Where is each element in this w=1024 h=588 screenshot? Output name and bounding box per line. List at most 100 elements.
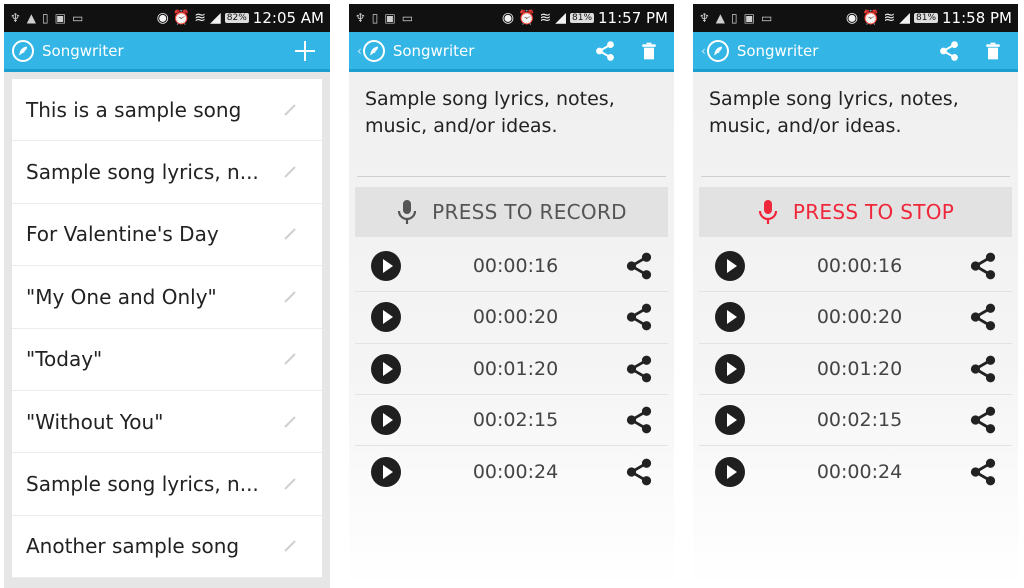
share-icon[interactable] <box>968 251 998 281</box>
edit-pencil-icon[interactable] <box>282 351 298 367</box>
share-icon[interactable] <box>968 354 998 384</box>
feather-logo-icon[interactable] <box>12 39 34 62</box>
lock-icon: ▣ <box>54 11 66 25</box>
keyboard-icon: ▭ <box>760 11 773 25</box>
plus-icon <box>295 40 315 61</box>
usb-icon: ♆ <box>355 11 366 25</box>
song-detail-screen: ♆ ▯ ▣ ▭ ◉ ⏰ ≋ ◢ 81% 11:57 PM ‹ Songwriter Sample… <box>349 4 674 588</box>
play-icon[interactable] <box>715 251 745 282</box>
clock: 11:57 PM <box>598 9 668 27</box>
song-item[interactable]: "Without You" <box>12 391 322 454</box>
add-song-button[interactable] <box>288 34 322 68</box>
recording-item: 00:02:15 <box>355 395 668 447</box>
usb-icon: ♆ <box>699 11 710 25</box>
stop-button-label: PRESS TO STOP <box>792 200 955 224</box>
alarm-icon: ⏰ <box>518 10 536 26</box>
device-icon: ▯ <box>371 11 379 25</box>
signal-icon: ◢ <box>555 10 566 26</box>
alarm-icon: ⏰ <box>172 10 191 26</box>
app-bar: Songwriter <box>4 32 330 72</box>
song-item[interactable]: Sample song lyrics, n... <box>12 141 322 204</box>
status-bar: ♆ ▯ ▣ ▭ ◉ ⏰ ≋ ◢ 81% 11:57 PM <box>349 4 674 32</box>
back-chevron-icon[interactable]: ‹ <box>701 44 706 58</box>
delete-song-button[interactable] <box>632 34 666 68</box>
back-chevron-icon[interactable]: ‹ <box>357 44 362 58</box>
edit-pencil-icon[interactable] <box>282 289 298 305</box>
recording-duration: 00:00:24 <box>472 460 559 483</box>
play-icon[interactable] <box>371 353 401 384</box>
play-icon[interactable] <box>371 405 401 436</box>
device-icon: ▯ <box>731 11 738 25</box>
edit-pencil-icon[interactable] <box>282 414 298 430</box>
status-bar: ♆ ▲ ▯ ▣ ▭ ◉ ⏰ ≋ ◢ 82% 12:05 AM <box>4 4 330 32</box>
clock: 11:58 PM <box>942 9 1012 27</box>
recording-item: 00:00:20 <box>355 292 668 344</box>
share-icon[interactable] <box>968 302 998 332</box>
eye-icon: ◉ <box>501 10 515 26</box>
song-title: "My One and Only" <box>26 284 217 309</box>
edit-pencil-icon[interactable] <box>282 538 298 554</box>
recording-item: 00:00:20 <box>699 292 1012 344</box>
share-icon <box>594 40 616 62</box>
record-button[interactable]: PRESS TO RECORD <box>355 187 668 237</box>
share-song-button[interactable] <box>588 34 622 68</box>
recording-item: 00:01:20 <box>355 344 668 395</box>
song-item[interactable]: "My One and Only" <box>12 266 322 329</box>
lyrics-text[interactable]: Sample song lyrics, notes, music, and/or… <box>693 72 1018 176</box>
song-item[interactable]: Another sample song <box>12 516 322 579</box>
wifi-icon: ≋ <box>194 10 206 26</box>
play-icon[interactable] <box>371 251 401 282</box>
delete-song-button[interactable] <box>976 34 1010 68</box>
app-bar: ‹ Songwriter <box>349 32 674 72</box>
play-icon[interactable] <box>715 353 745 384</box>
edit-pencil-icon[interactable] <box>282 476 298 492</box>
song-title: Sample song lyrics, n... <box>26 160 259 185</box>
signal-icon: ◢ <box>899 10 910 26</box>
recordings-list: 00:00:16 00:00:20 00:01:20 00:02:15 00:0… <box>349 241 674 497</box>
signal-icon: ◢ <box>210 10 221 26</box>
play-icon[interactable] <box>715 302 745 333</box>
stop-recording-button[interactable]: PRESS TO STOP <box>699 187 1012 237</box>
song-item[interactable]: This is a sample song <box>12 79 322 142</box>
edit-pencil-icon[interactable] <box>282 102 298 118</box>
play-icon[interactable] <box>371 456 401 487</box>
eye-icon: ◉ <box>156 10 169 26</box>
share-icon[interactable] <box>624 354 654 384</box>
share-icon[interactable] <box>624 251 654 281</box>
recording-item: 00:01:20 <box>699 344 1012 395</box>
song-title: For Valentine's Day <box>26 222 219 247</box>
divider <box>357 176 666 177</box>
recording-duration: 00:01:20 <box>816 357 903 380</box>
usb-icon: ♆ <box>10 11 21 25</box>
play-icon[interactable] <box>371 302 401 333</box>
edit-pencil-icon[interactable] <box>282 164 298 180</box>
recording-item: 00:00:24 <box>355 446 668 497</box>
song-title: Another sample song <box>26 534 240 559</box>
battery-level: 81% <box>914 13 939 23</box>
play-icon[interactable] <box>715 405 745 436</box>
keyboard-icon: ▭ <box>401 11 414 25</box>
recording-item: 00:02:15 <box>699 395 1012 447</box>
app-bar: ‹ Songwriter <box>693 32 1018 72</box>
notification-icons: ♆ ▲ ▯ ▣ ▭ <box>699 11 846 25</box>
share-icon[interactable] <box>624 457 654 487</box>
song-recording-screen: ♆ ▲ ▯ ▣ ▭ ◉ ⏰ ≋ ◢ 81% 11:58 PM ‹ Songwriter Sampl… <box>693 4 1018 588</box>
play-icon[interactable] <box>715 456 745 487</box>
wifi-icon: ≋ <box>539 10 552 26</box>
song-item[interactable]: For Valentine's Day <box>12 204 322 267</box>
recording-duration: 00:00:20 <box>472 306 559 329</box>
song-item[interactable]: "Today" <box>12 329 322 391</box>
edit-pencil-icon[interactable] <box>282 226 298 242</box>
device-icon: ▯ <box>42 11 49 25</box>
song-item[interactable]: Sample song lyrics, n... <box>12 453 322 516</box>
lock-icon: ▣ <box>743 11 755 25</box>
share-icon[interactable] <box>968 405 998 435</box>
share-icon[interactable] <box>968 457 998 487</box>
share-icon[interactable] <box>624 302 654 332</box>
lyrics-text[interactable]: Sample song lyrics, notes, music, and/or… <box>349 72 674 176</box>
feather-logo-icon[interactable] <box>362 39 385 62</box>
feather-logo-icon[interactable] <box>706 39 729 62</box>
warning-icon: ▲ <box>26 11 36 25</box>
share-icon[interactable] <box>624 405 654 435</box>
share-song-button[interactable] <box>932 34 966 68</box>
